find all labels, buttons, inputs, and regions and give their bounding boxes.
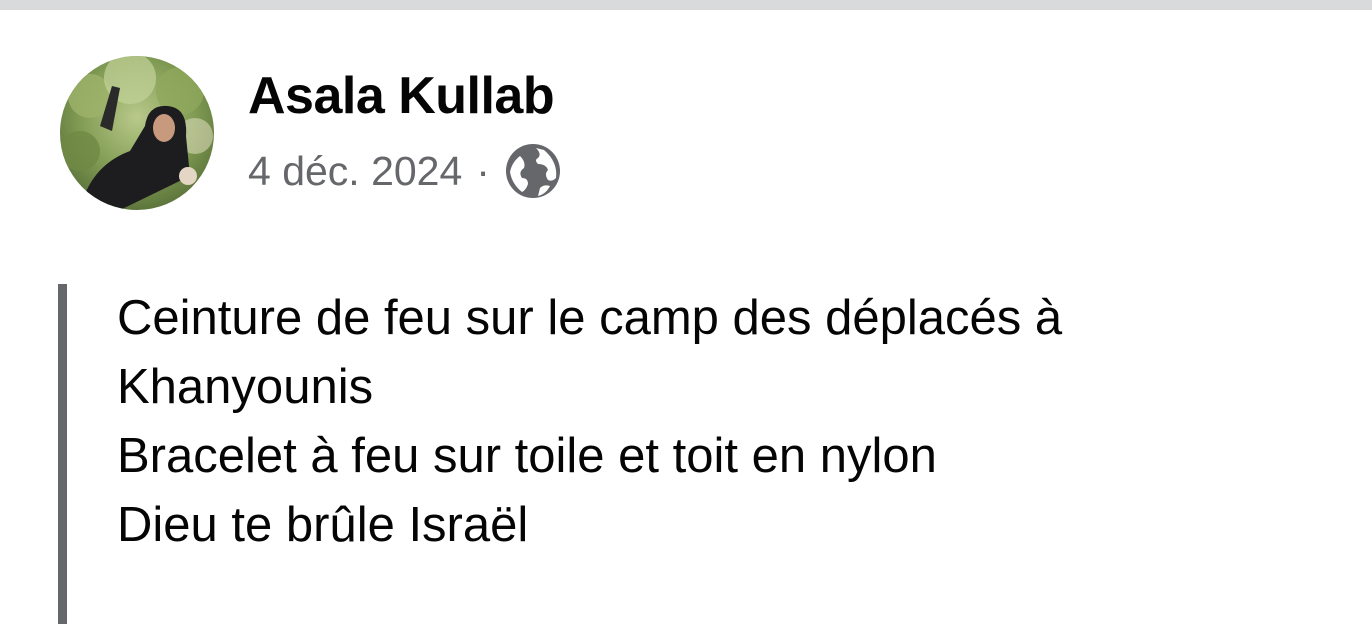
quote-line: Ceinture de feu sur le camp des déplacés… <box>117 291 1063 345</box>
avatar-photo <box>60 56 214 210</box>
author-block: Asala Kullab 4 déc. 2024 · <box>248 64 562 200</box>
quote-line: Bracelet à feu sur toile et toit en nylo… <box>117 429 937 483</box>
meta-separator: · <box>476 148 490 194</box>
quote-line: Dieu te brûle Israël <box>117 498 529 552</box>
globe-icon[interactable] <box>504 142 562 200</box>
quote-line: Khanyounis <box>117 360 374 414</box>
quote-text: Ceinture de feu sur le camp des déplacés… <box>117 284 1357 560</box>
post-meta: 4 déc. 2024 · <box>248 142 562 200</box>
top-divider <box>0 0 1372 10</box>
post-date[interactable]: 4 déc. 2024 <box>248 146 462 196</box>
post-header: Asala Kullab 4 déc. 2024 · <box>60 56 562 210</box>
avatar[interactable] <box>60 56 214 210</box>
author-name[interactable]: Asala Kullab <box>248 64 562 128</box>
quote-bar <box>58 284 67 624</box>
quoted-post-text: Ceinture de feu sur le camp des déplacés… <box>58 284 1358 624</box>
